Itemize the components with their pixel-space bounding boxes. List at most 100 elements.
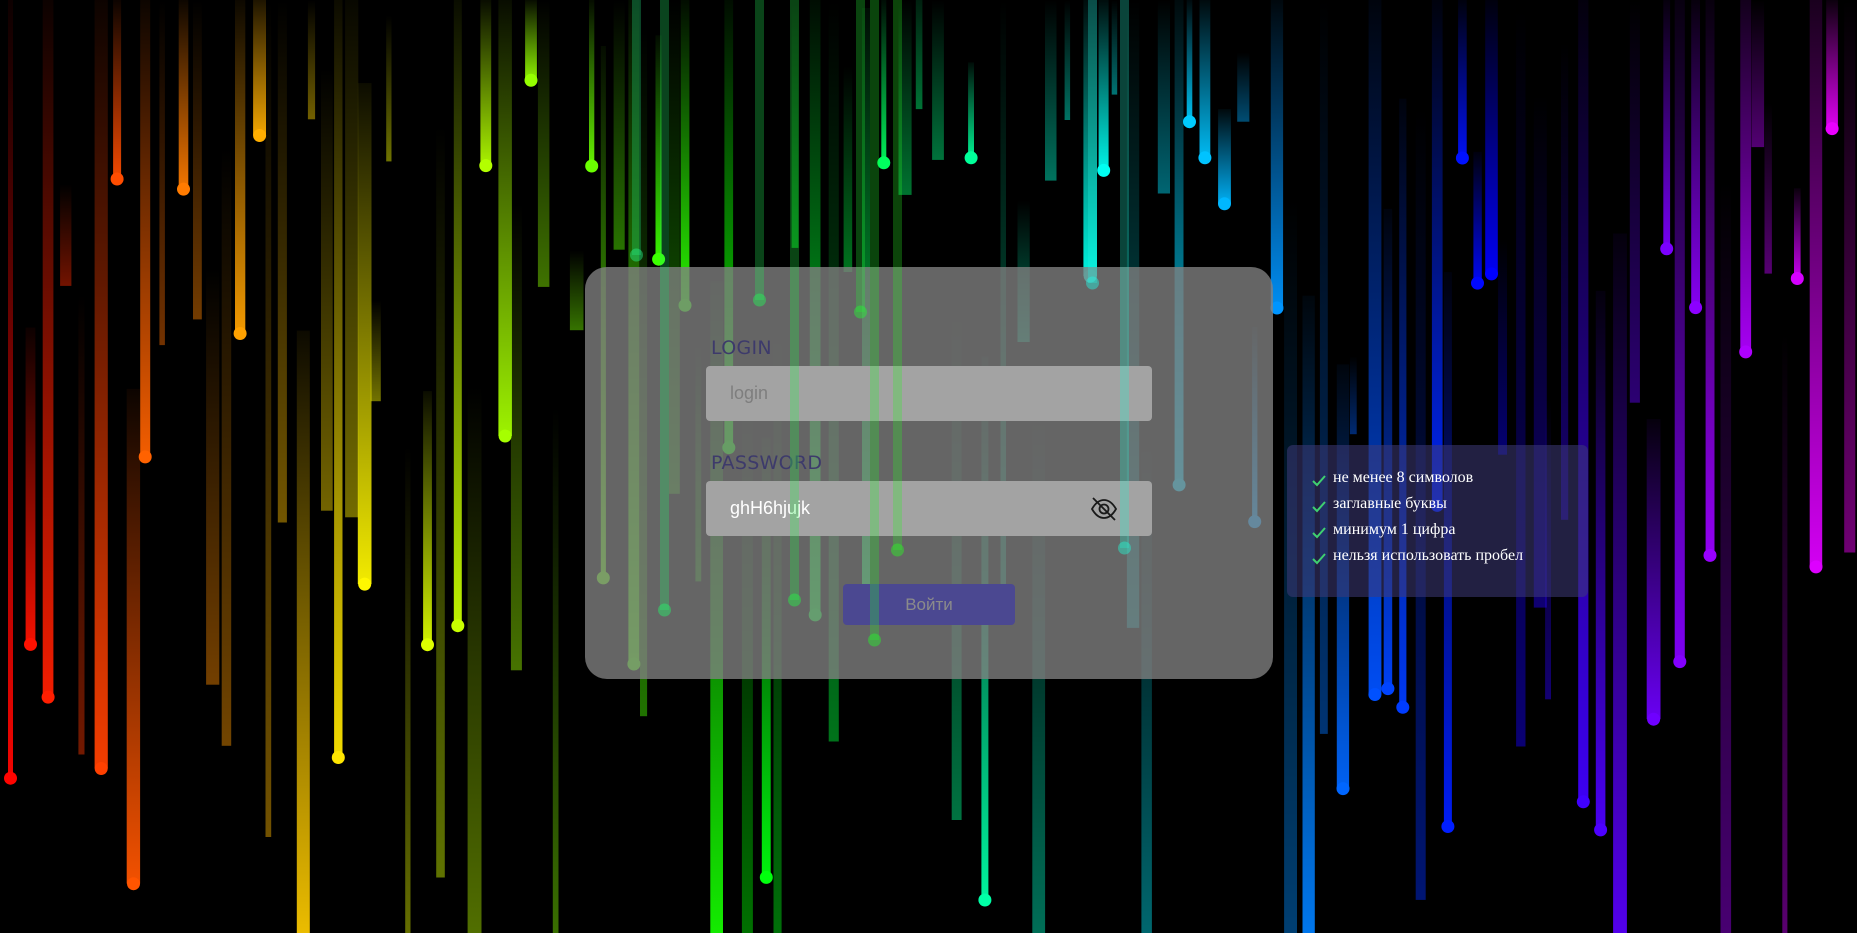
rain-drop — [138, 450, 152, 464]
rain-streak — [1705, 0, 1715, 556]
rain-drop — [1396, 700, 1410, 714]
rain-streak — [386, 15, 392, 162]
rain-streak — [1691, 0, 1700, 308]
rain-streak — [42, 0, 54, 698]
password-rule-item: не менее 8 символов — [1311, 465, 1588, 491]
password-rule-item: минимум 1 цифра — [1311, 517, 1588, 543]
rain-streak — [178, 0, 189, 190]
rain-drop — [498, 429, 512, 443]
rain-streak — [1751, 0, 1765, 148]
password-rule-text: минимум 1 цифра — [1333, 521, 1456, 538]
rain-streak — [498, 0, 512, 436]
rain-drop — [585, 159, 599, 173]
rain-drop — [877, 156, 891, 170]
rain-streak — [1720, 181, 1732, 933]
password-rule-item: заглавные буквы — [1311, 491, 1588, 517]
check-icon — [1312, 553, 1326, 565]
check-icon — [1312, 527, 1326, 539]
rain-streak — [589, 0, 595, 166]
rain-streak — [436, 125, 445, 878]
rain-streak — [881, 0, 887, 163]
rain-streak — [453, 0, 462, 626]
rain-streak — [613, 0, 625, 250]
login-card: LOGIN PASSWORD Войти — [585, 267, 1273, 679]
rain-drop — [759, 870, 773, 884]
rain-streak — [1595, 290, 1606, 830]
page-background: LOGIN PASSWORD Войти не менее 8 символов… — [0, 0, 1857, 933]
eye-slash-icon[interactable] — [1089, 494, 1119, 524]
rain-drop — [479, 159, 493, 173]
rain-streak — [1083, 0, 1097, 277]
rain-streak — [480, 0, 492, 166]
password-label: PASSWORD — [711, 452, 823, 474]
rain-streak — [159, 0, 165, 346]
rain-drop — [1673, 655, 1687, 669]
rain-streak — [1613, 233, 1627, 933]
login-label: LOGIN — [711, 337, 772, 359]
rain-streak — [277, 0, 287, 523]
rain-drop — [253, 129, 267, 142]
rain-streak — [1740, 0, 1752, 352]
rain-streak — [206, 267, 220, 685]
rain-streak — [1498, 239, 1507, 455]
rain-drop — [652, 252, 666, 266]
rain-streak — [1809, 0, 1823, 567]
rain-streak — [1674, 0, 1685, 662]
rain-streak — [1045, 0, 1057, 181]
rain-streak — [1349, 356, 1357, 435]
rain-streak — [552, 407, 559, 933]
rain-streak — [1782, 334, 1788, 933]
rain-drop — [1198, 151, 1212, 165]
rain-drop — [41, 690, 55, 704]
rain-streak — [1485, 0, 1498, 274]
rain-streak — [510, 203, 522, 671]
password-rule-text: заглавные буквы — [1333, 495, 1447, 512]
rain-drop — [978, 893, 992, 907]
rain-streak — [60, 183, 72, 286]
rain-drop — [524, 73, 538, 87]
rain-streak — [1458, 0, 1467, 158]
rain-streak — [1157, 0, 1170, 194]
password-rule-item: нельзя использовать пробел — [1311, 543, 1588, 569]
rain-streak — [1629, 0, 1640, 403]
rain-drop — [1183, 115, 1196, 129]
login-submit-button[interactable]: Войти — [843, 584, 1015, 625]
rain-streak — [1186, 0, 1193, 122]
rain-streak — [1302, 295, 1315, 933]
check-icon — [1312, 501, 1326, 513]
check-icon — [1312, 475, 1326, 487]
rain-streak — [307, 0, 316, 120]
rain-streak — [1764, 103, 1772, 274]
rain-streak — [113, 0, 122, 179]
rain-drop — [1218, 197, 1231, 211]
rain-streak — [334, 0, 343, 758]
rain-streak — [932, 0, 944, 160]
rain-streak — [1844, 0, 1856, 553]
rain-drop — [1471, 276, 1484, 290]
rain-streak — [1473, 151, 1482, 284]
rain-streak — [193, 0, 202, 320]
password-input[interactable] — [706, 481, 1152, 536]
rain-drop — [1368, 688, 1382, 701]
rain-streak — [405, 446, 411, 933]
rain-streak — [1794, 188, 1801, 279]
login-input[interactable] — [706, 366, 1152, 421]
rain-streak — [321, 69, 333, 511]
rain-streak — [1111, 0, 1118, 95]
rain-streak — [296, 330, 310, 933]
rain-streak — [791, 2, 799, 248]
rain-streak — [1098, 0, 1109, 171]
password-rules-list: не менее 8 символов заглавные буквы миниму… — [1287, 445, 1588, 569]
rain-streak — [78, 294, 85, 755]
rain-streak — [345, 0, 359, 518]
password-rule-text: нельзя использовать пробел — [1333, 547, 1524, 564]
rain-streak — [537, 0, 550, 287]
rain-drop — [1594, 823, 1608, 837]
rain-streak — [655, 35, 662, 260]
rain-streak — [235, 0, 246, 334]
rain-streak — [8, 0, 13, 779]
rain-drop — [964, 151, 978, 165]
rain-streak — [423, 391, 432, 645]
rain-drop — [421, 638, 434, 652]
rain-drop — [110, 172, 124, 186]
